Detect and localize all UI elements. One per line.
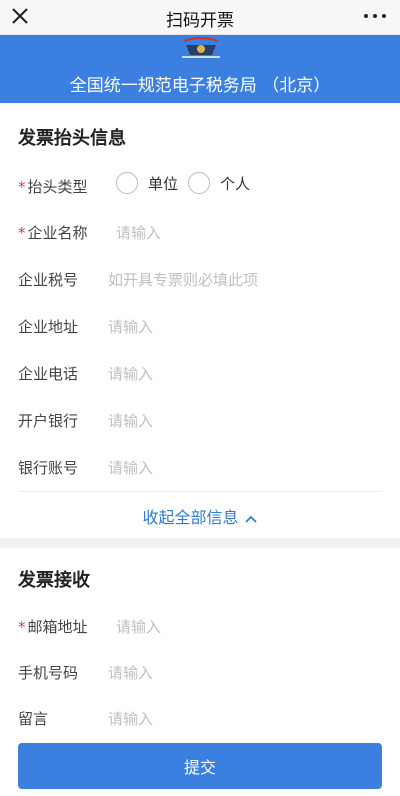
bank-account-row[interactable]: 银行账号 请输入	[0, 445, 400, 491]
company-phone-row[interactable]: 企业电话 请输入	[0, 351, 400, 397]
email-input[interactable]: 请输入	[116, 616, 161, 637]
company-address-row[interactable]: 企业地址 请输入	[0, 304, 400, 350]
tax-bureau-name: 全国统一规范电子税务局 （北京）	[69, 76, 331, 96]
field-label: 银行账号	[18, 459, 79, 477]
field-label: 企业地址	[18, 318, 79, 336]
footer-bar: 提交	[0, 732, 400, 796]
radio-individual[interactable]: 个人	[188, 172, 250, 194]
collapse-label: 收起全部信息	[142, 508, 239, 527]
invoice-receive-section: 发票接收 * 邮箱地址 请输入 手机号码 请输入 留言 请输入	[0, 548, 400, 732]
emblem-icon	[182, 37, 220, 58]
bank-name-input[interactable]: 请输入	[108, 410, 153, 431]
top-nav-bar: 扫码开票	[0, 0, 400, 35]
bank-name-row[interactable]: 开户银行 请输入	[0, 398, 400, 444]
field-label: 邮箱地址	[27, 618, 88, 636]
company-name-row[interactable]: * 企业名称 请输入	[0, 210, 400, 256]
submit-button[interactable]: 提交	[18, 743, 382, 789]
company-address-input[interactable]: 请输入	[108, 316, 153, 337]
header-type-row: * 抬头类型 单位 个人	[0, 164, 400, 210]
header-banner: 全国统一规范电子税务局 （北京）	[0, 35, 400, 103]
field-label: 企业电话	[18, 365, 79, 383]
mobile-row[interactable]: 手机号码 请输入	[0, 650, 400, 696]
email-row[interactable]: * 邮箱地址 请输入	[0, 604, 400, 650]
field-label: 手机号码	[18, 664, 79, 682]
page-title: 扫码开票	[166, 11, 234, 31]
chevron-up-icon	[244, 515, 257, 523]
divider	[18, 491, 382, 492]
section-title: 发票抬头信息	[18, 128, 126, 149]
more-icon[interactable]	[364, 10, 386, 22]
radio-circle[interactable]	[116, 172, 138, 194]
section-title: 发票接收	[18, 570, 90, 591]
company-name-input[interactable]: 请输入	[116, 222, 161, 243]
radio-circle[interactable]	[188, 172, 210, 194]
radio-company[interactable]: 单位	[116, 172, 178, 194]
header-type-label: 抬头类型	[27, 178, 88, 196]
company-phone-input[interactable]: 请输入	[108, 363, 153, 384]
mobile-input[interactable]: 请输入	[108, 662, 153, 683]
field-label: 开户银行	[18, 412, 79, 430]
collapse-info-link[interactable]: 收起全部信息	[0, 504, 400, 528]
field-label: 留言	[18, 710, 49, 728]
radio-label: 个人	[220, 174, 251, 193]
tax-id-input[interactable]: 如开具专票则必填此项	[108, 269, 258, 290]
message-input[interactable]: 请输入	[108, 708, 153, 729]
tax-id-row[interactable]: 企业税号 如开具专票则必填此项	[0, 257, 400, 303]
field-label: 企业名称	[27, 224, 88, 242]
bank-account-input[interactable]: 请输入	[108, 457, 153, 478]
radio-label: 单位	[148, 174, 179, 193]
field-label: 企业税号	[18, 271, 79, 289]
invoice-header-section: 发票抬头信息 * 抬头类型 单位 个人 * 企业名称 请输入 企业税号 如开具专票则…	[0, 104, 400, 538]
